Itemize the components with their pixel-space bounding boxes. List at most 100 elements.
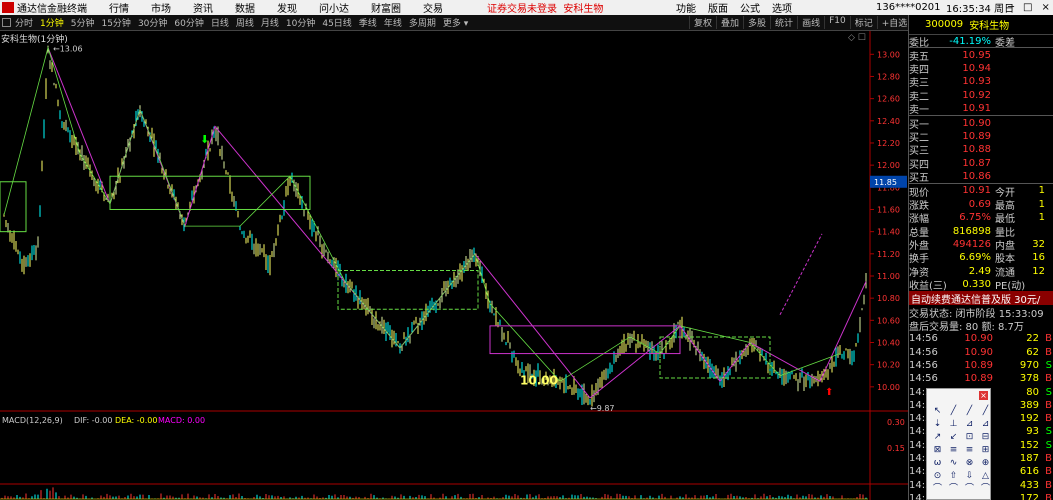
tab-15min[interactable]: 15分钟 xyxy=(101,16,130,29)
menu-item-wealth[interactable]: 财富圈 xyxy=(371,0,401,15)
after-hours: 盘后交易量: 80 额: 8.7万 xyxy=(909,322,1024,334)
menu-item-market[interactable]: 行情 xyxy=(109,0,129,15)
menu-item-discover[interactable]: 发现 xyxy=(277,0,297,15)
tab-10min[interactable]: 10分钟 xyxy=(286,16,315,29)
draw-tool-icon[interactable]: ⇧ xyxy=(946,470,961,482)
tool-overlay[interactable]: 叠加 xyxy=(716,16,743,29)
buy-level-row[interactable]: 买五 10.86 xyxy=(909,170,1053,184)
draw-tool-icon[interactable]: ⌒ xyxy=(978,483,993,495)
menu-item-news[interactable]: 资讯 xyxy=(193,0,213,15)
draw-tool-icon[interactable]: ⇣ xyxy=(930,418,945,430)
toolbar-checkbox[interactable] xyxy=(2,18,11,27)
tab-more[interactable]: 更多 ▾ xyxy=(443,16,468,29)
sell-level-row[interactable]: 卖一 10.91 xyxy=(909,102,1053,116)
user-phone[interactable]: 136****0201 xyxy=(876,2,941,13)
draw-tool-icon[interactable]: ↖ xyxy=(930,405,945,417)
tool-restore-rights[interactable]: 复权 xyxy=(689,16,716,29)
tick-direction: B xyxy=(1045,479,1052,491)
draw-tool-icon[interactable]: ⇩ xyxy=(962,470,977,482)
kline-plot[interactable]: 13.0012.8012.6012.4012.2012.0011.8011.60… xyxy=(0,31,908,500)
draw-tool-icon[interactable]: ⌒ xyxy=(946,483,961,495)
buy-level-price: 10.87 xyxy=(962,157,991,169)
tab-5min[interactable]: 5分钟 xyxy=(71,16,95,29)
menu-item-markets[interactable]: 市场 xyxy=(151,0,171,15)
buy-level-row[interactable]: 买四 10.87 xyxy=(909,157,1053,171)
stock-code: 300009 xyxy=(925,19,964,30)
draw-tool-icon[interactable]: ╱ xyxy=(962,405,977,417)
draw-tool-icon[interactable]: ⊟ xyxy=(978,431,993,443)
tick-time: 14:56 xyxy=(909,359,938,371)
draw-tool-icon[interactable]: ╱ xyxy=(946,405,961,417)
tool-f10[interactable]: F10 xyxy=(824,16,850,29)
menu-item-data[interactable]: 数据 xyxy=(235,0,255,15)
tab-weekly[interactable]: 周线 xyxy=(236,16,254,29)
buy-level-row[interactable]: 买三 10.88 xyxy=(909,143,1053,157)
menu-item-trade[interactable]: 交易 xyxy=(423,0,443,15)
tool-add-favorite[interactable]: +自选 xyxy=(876,16,912,29)
menu-formula[interactable]: 公式 xyxy=(740,0,760,15)
tool-draw-line[interactable]: 画线 xyxy=(797,16,824,29)
tab-45day[interactable]: 45日线 xyxy=(322,16,351,29)
chart-corner-icons[interactable]: ◇ ☐ xyxy=(848,33,866,43)
menu-item-ask[interactable]: 问小达 xyxy=(319,0,349,15)
draw-tool-icon[interactable]: △ xyxy=(978,470,993,482)
login-notice[interactable]: 证券交易未登录 安科生物 xyxy=(487,0,603,15)
tab-monthly[interactable]: 月线 xyxy=(261,16,279,29)
tool-statistics[interactable]: 统计 xyxy=(770,16,797,29)
draw-tool-icon[interactable]: ↙ xyxy=(946,431,961,443)
y-tick-label: 12.00 xyxy=(877,161,900,170)
draw-tool-icon[interactable]: ⊥ xyxy=(946,418,961,430)
draw-tool-icon[interactable]: ≡ xyxy=(946,444,961,456)
buy-level-row[interactable]: 买二 10.89 xyxy=(909,130,1053,144)
tool-mark[interactable]: 标记 xyxy=(849,16,877,29)
draw-tool-icon[interactable]: ≡ xyxy=(962,444,977,456)
draw-tool-icon[interactable]: ω xyxy=(930,457,945,469)
tick-volume: 616 xyxy=(1019,466,1039,478)
tick-row[interactable]: 14:56 10.89 378 B xyxy=(909,372,1053,385)
draw-tool-icon[interactable]: ↗ xyxy=(930,431,945,443)
sell-level-row[interactable]: 卖三 10.93 xyxy=(909,75,1053,89)
tab-daily[interactable]: 日线 xyxy=(211,16,229,29)
tick-row[interactable]: 14:56 10.90 62 B xyxy=(909,346,1053,359)
draw-tool-icon[interactable]: ⊿ xyxy=(978,418,993,430)
draw-tool-icon[interactable]: ⌒ xyxy=(930,483,945,495)
draw-tool-icon[interactable]: ⊗ xyxy=(962,457,977,469)
draw-tool-icon[interactable]: ⌒ xyxy=(962,483,977,495)
tab-1min[interactable]: 1分钟 xyxy=(40,16,64,29)
auto-renew-banner[interactable]: 自动续费通达信普及版 30元/ xyxy=(909,291,1053,306)
draw-tool-icon[interactable]: ⊕ xyxy=(978,457,993,469)
tick-row[interactable]: 14:56 10.90 22 B xyxy=(909,332,1053,345)
draw-tool-icon[interactable]: ⊙ xyxy=(930,470,945,482)
sell-level-row[interactable]: 卖五 10.95 xyxy=(909,48,1053,63)
draw-tool-icon[interactable]: ⊡ xyxy=(962,431,977,443)
tab-yearly[interactable]: 年线 xyxy=(384,16,402,29)
tab-30min[interactable]: 30分钟 xyxy=(138,16,167,29)
tick-volume: 970 xyxy=(1019,359,1039,371)
stat-value: 1 xyxy=(1038,185,1045,197)
close-icon[interactable]: × xyxy=(1041,2,1049,13)
tab-multi-period[interactable]: 多周期 xyxy=(409,16,436,29)
menu-function[interactable]: 功能 xyxy=(676,0,696,15)
tab-timeshare[interactable]: 分时 xyxy=(15,16,33,29)
minimize-icon[interactable]: ─ xyxy=(1008,2,1014,13)
menu-options[interactable]: 选项 xyxy=(772,0,792,15)
tab-quarterly[interactable]: 季线 xyxy=(359,16,377,29)
draw-tool-icon[interactable]: ⊞ xyxy=(978,444,993,456)
tab-60min[interactable]: 60分钟 xyxy=(174,16,203,29)
draw-tool-icon[interactable]: ⊠ xyxy=(930,444,945,456)
tool-multi-stock[interactable]: 多股 xyxy=(743,16,770,29)
palette-close-icon[interactable]: × xyxy=(979,391,988,400)
tick-direction: B xyxy=(1045,492,1052,500)
buy-level-row[interactable]: 买一 10.90 xyxy=(909,116,1053,131)
kline-chart[interactable]: 13.00 12.80 12.60 12.40 12.20 12.00 11.80 11.60… xyxy=(0,31,908,500)
sell-level-row[interactable]: 卖四 10.94 xyxy=(909,62,1053,76)
tick-volume: 152 xyxy=(1019,439,1039,451)
menu-layout[interactable]: 版面 xyxy=(708,0,728,15)
sell-level-row[interactable]: 卖二 10.92 xyxy=(909,89,1053,103)
draw-tool-icon[interactable]: ╱ xyxy=(978,405,993,417)
draw-tool-icon[interactable]: ⊿ xyxy=(962,418,977,430)
tick-row[interactable]: 14:56 10.89 970 S xyxy=(909,359,1053,372)
stat-row: 外盘 494126 内盘 32 xyxy=(909,238,1053,252)
maximize-icon[interactable]: □ xyxy=(1023,2,1032,13)
draw-tool-icon[interactable]: ∿ xyxy=(946,457,961,469)
